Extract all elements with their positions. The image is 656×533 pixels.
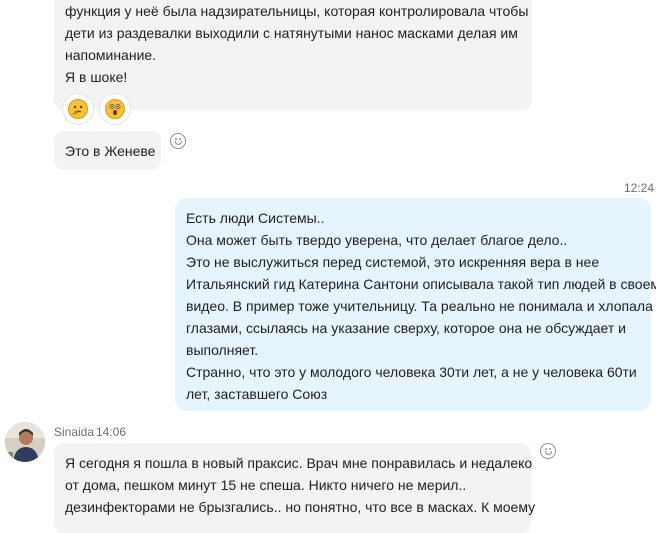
thinking-emoji-icon: [68, 99, 88, 119]
message-line: Я в шоке!: [65, 69, 128, 85]
message-line: видео. В пример тоже учительницу. Та реа…: [186, 298, 653, 314]
add-reaction-icon[interactable]: [170, 133, 186, 149]
message-line: выполняет.: [186, 342, 259, 358]
message-line: Я сегодня я пошла в новый праксис. Врач …: [65, 455, 533, 471]
message-line: функция у неё была надзирательницы, кото…: [65, 3, 529, 19]
message-bubble-top[interactable]: функция у неё была надзирательницы, кото…: [54, 0, 532, 110]
message-line: глазами, ссылаясь на указание сверху, ко…: [186, 320, 627, 336]
message-line: Итальянский гид Катерина Сантони описыва…: [186, 276, 656, 292]
message-bubble-outgoing[interactable]: Есть люди Системы.. Она может быть тверд…: [175, 198, 656, 411]
reaction-thinking[interactable]: [63, 94, 93, 124]
message-bubble-sinaida[interactable]: Я сегодня я пошла в новый праксис. Врач …: [54, 443, 536, 533]
add-reaction-icon[interactable]: [540, 443, 556, 459]
message-line: от дома, пешком минут 15 не спеша. Никто…: [65, 477, 467, 493]
message-line: Она может быть твердо уверена, что делае…: [186, 232, 568, 248]
surprised-emoji-icon: [105, 99, 125, 119]
message-line: дезинфекторами не брызгались.. но понятн…: [65, 499, 536, 515]
message-line: Это не выслужиться перед системой, это и…: [186, 254, 600, 270]
sender-name: Sinaida: [54, 425, 95, 439]
message-time: 12:24: [624, 181, 655, 195]
message-time: 14:06: [96, 425, 127, 439]
message-text: Это в Женеве: [65, 143, 156, 159]
message-bubble-geneva[interactable]: Это в Женеве: [54, 131, 161, 170]
message-line: дети из раздевалки выходили с натянутыми…: [65, 25, 518, 41]
message-line: Есть люди Системы..: [186, 210, 325, 226]
message-line: напоминание.: [65, 47, 157, 63]
message-line: лет, заставшего Союз: [186, 386, 328, 402]
user-avatar-icon: [5, 422, 45, 462]
avatar[interactable]: [5, 422, 45, 462]
message-line: Странно, что это у молодого человека 30т…: [186, 364, 637, 380]
reaction-surprised[interactable]: [100, 94, 130, 124]
